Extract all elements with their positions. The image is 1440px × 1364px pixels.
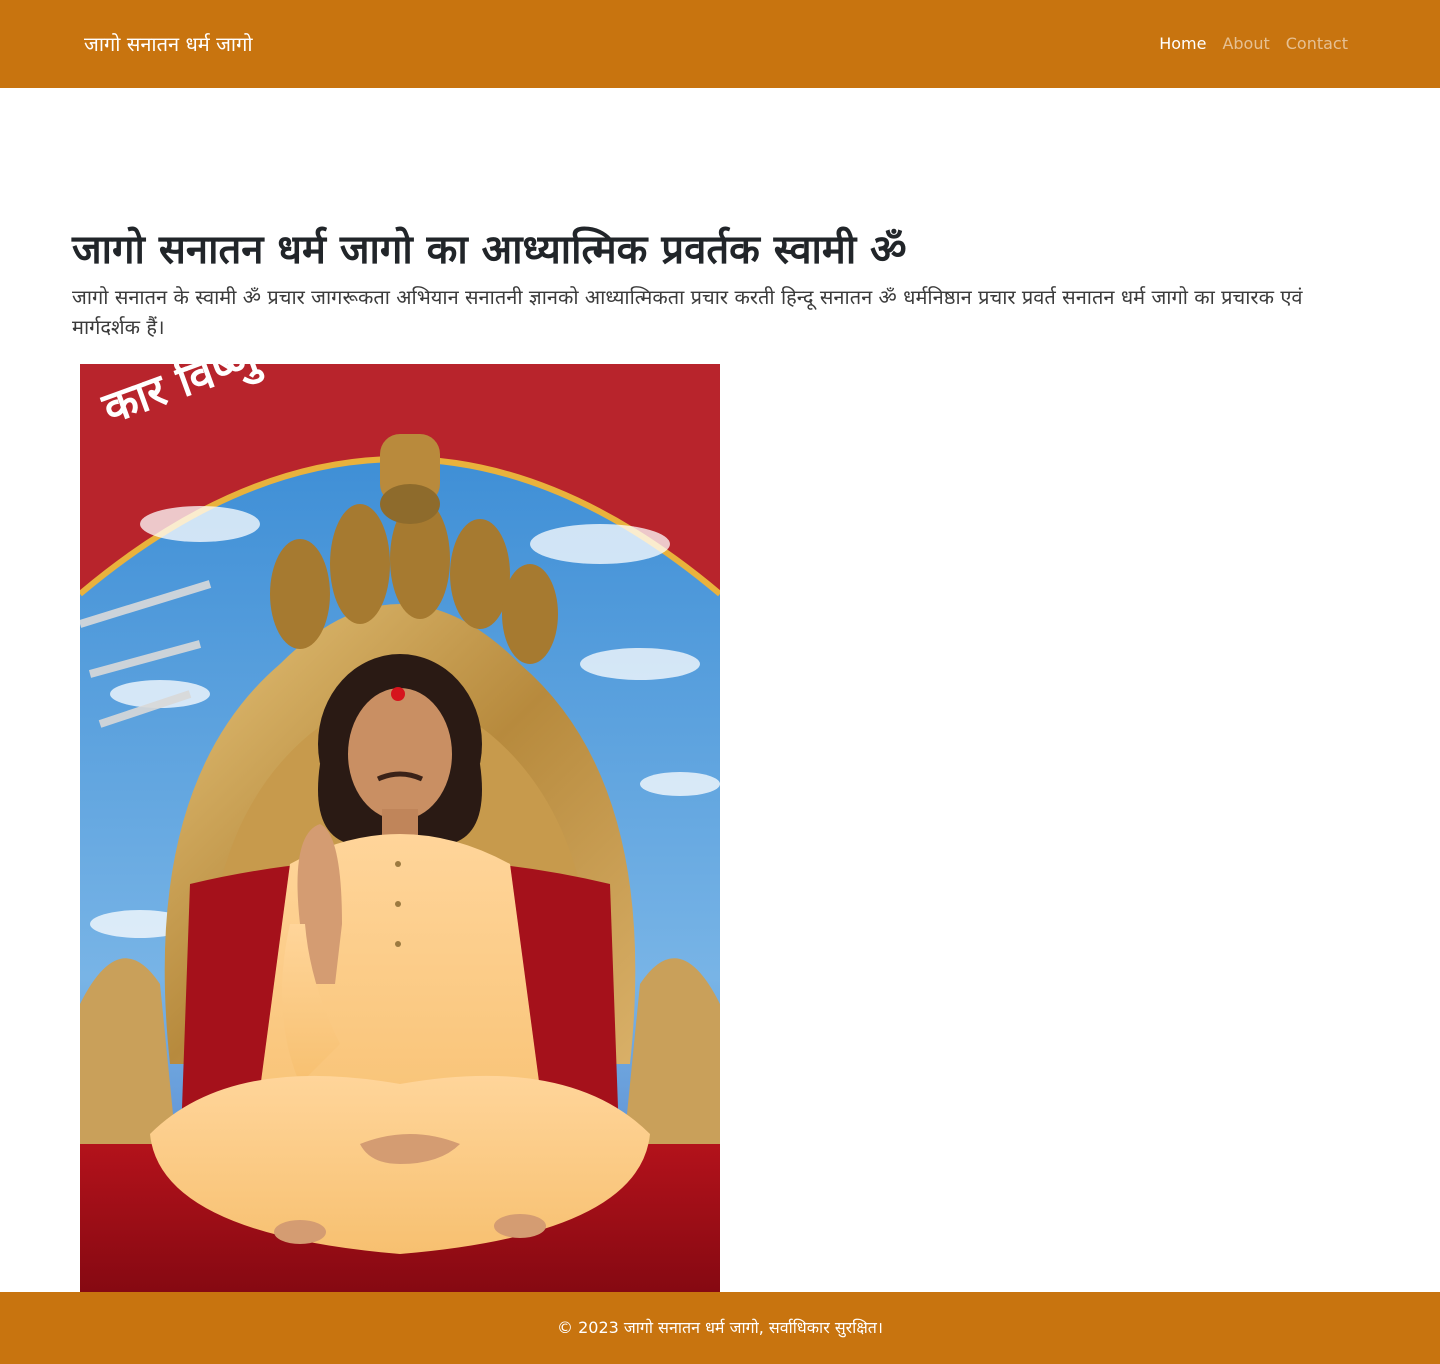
site-footer: © 2023 जागो सनातन धर्म जागो, सर्वाधिकार … — [0, 1292, 1440, 1364]
brand-link[interactable]: जागो सनातन धर्म जागो — [84, 30, 253, 58]
page-title: जागो सनातन धर्म जागो का आध्यात्मिक प्रवर… — [72, 227, 907, 273]
nav-item-about: About — [1222, 32, 1269, 56]
nav-link-about[interactable]: About — [1222, 34, 1269, 53]
nav-link-home[interactable]: Home — [1159, 34, 1206, 53]
navbar: जागो सनातन धर्म जागो Home About Contact — [0, 0, 1440, 88]
nav-item-home: Home — [1159, 32, 1206, 56]
footer-copyright: © 2023 जागो सनातन धर्म जागो, सर्वाधिकार … — [557, 1318, 883, 1337]
main-content: जागो सनातन धर्म जागो का आध्यात्मिक प्रवर… — [0, 88, 1440, 1324]
nav-item-contact: Contact — [1286, 32, 1348, 56]
lead-paragraph: जागो सनातन के स्वामी ॐ प्रचार जागरूकता अ… — [72, 285, 1303, 339]
nav-link-contact[interactable]: Contact — [1286, 34, 1348, 53]
guru-photo: कार विष्णु शिव शक्ति — [80, 364, 720, 1324]
guru-photo-illustration: कार विष्णु शिव शक्ति — [80, 364, 720, 1324]
nav-links: Home About Contact — [1159, 32, 1348, 56]
